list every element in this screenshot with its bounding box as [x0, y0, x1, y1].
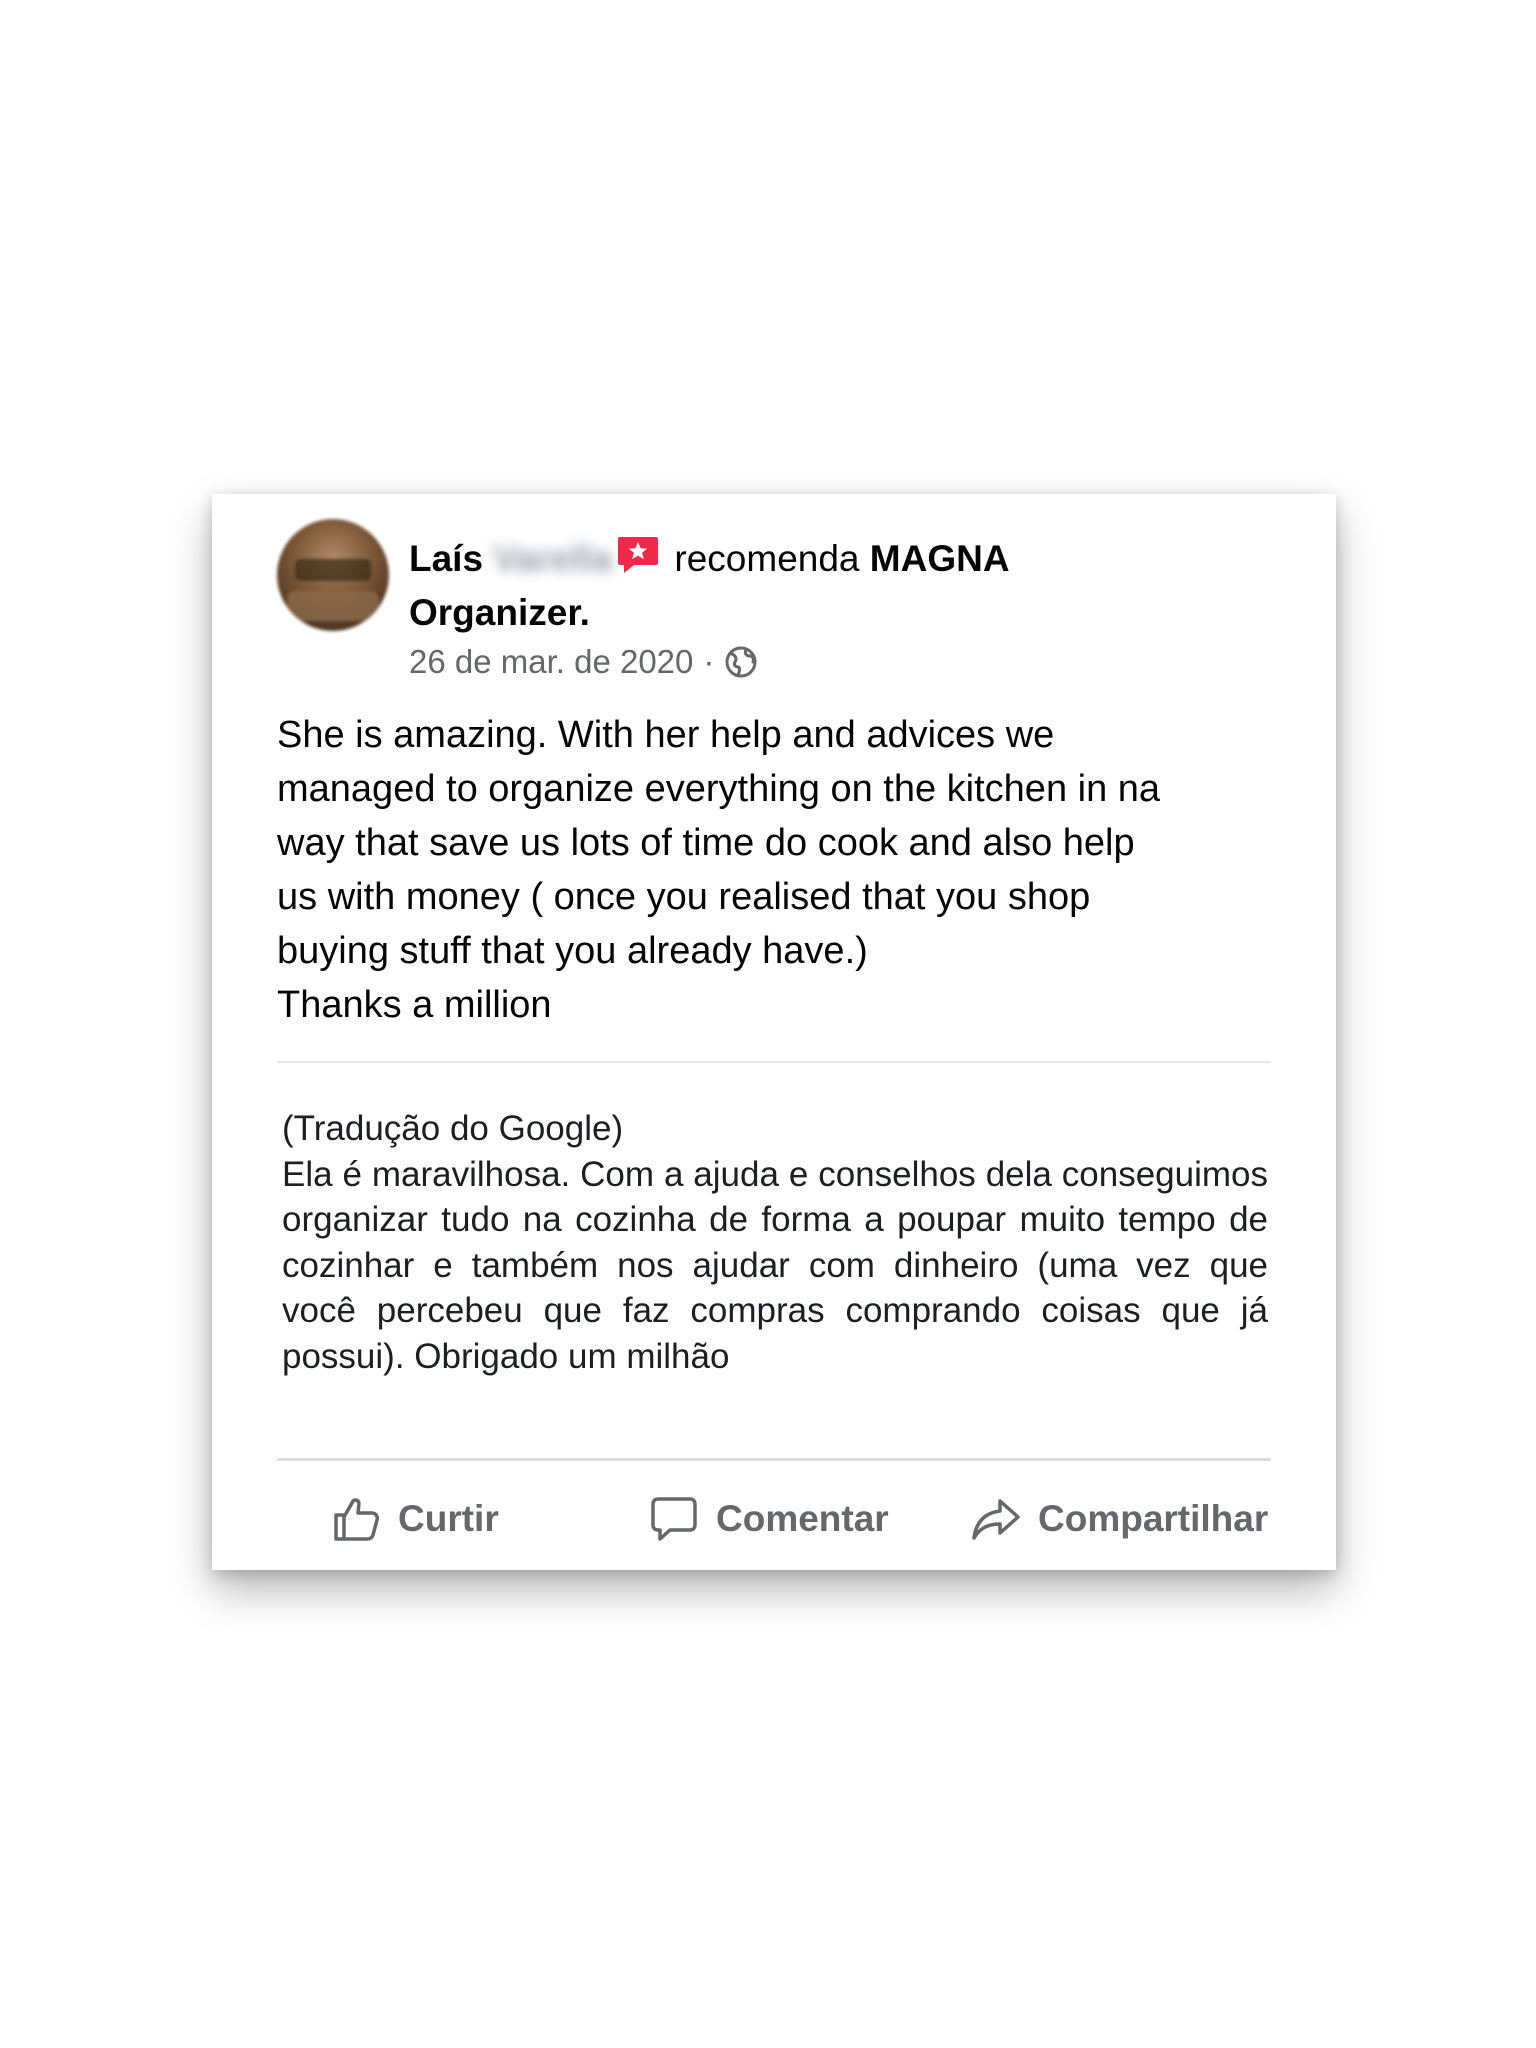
translation-label: (Tradução do Google): [282, 1109, 624, 1148]
review-post-card: Laís Varella recomenda MAGNA Organizer. 26…: [212, 494, 1336, 1570]
post-header: Laís Varella recomenda MAGNA Organizer.: [409, 532, 1269, 640]
recommends-text: recomenda: [674, 538, 860, 579]
author-surname-blurred: Varella: [493, 538, 613, 579]
actions-divider: [277, 1458, 1271, 1461]
divider: [277, 1061, 1271, 1063]
comment-button[interactable]: Comentar: [648, 1484, 889, 1554]
post-meta: 26 de mar. de 2020 ·: [409, 642, 758, 682]
post-date[interactable]: 26 de mar. de 2020: [409, 642, 693, 682]
like-button[interactable]: Curtir: [330, 1484, 499, 1554]
author-name[interactable]: Laís: [409, 538, 483, 579]
meta-separator: ·: [703, 643, 715, 680]
like-label: Curtir: [398, 1498, 499, 1539]
translated-review: (Tradução do Google) Ela é maravilhosa. …: [282, 1106, 1268, 1379]
comment-label: Comentar: [716, 1498, 889, 1539]
globe-icon: [725, 646, 757, 678]
page: Laís Varella recomenda MAGNA Organizer. 26…: [0, 0, 1536, 2048]
post-actions-bar: Curtir Comentar Compartilhar: [212, 1484, 1336, 1554]
thumbs-up-icon: [334, 1498, 379, 1541]
share-label: Compartilhar: [1038, 1498, 1269, 1539]
review-text: She is amazing. With her help and advice…: [277, 714, 1161, 1026]
comment-icon: [651, 1497, 697, 1541]
avatar[interactable]: [277, 519, 389, 631]
share-arrow-icon: [972, 1499, 1020, 1540]
recommendation-star-icon: [618, 537, 659, 573]
share-button[interactable]: Compartilhar: [970, 1484, 1268, 1554]
translation-text: Ela é maravilhosa. Com a ajuda e conselh…: [282, 1154, 1268, 1376]
